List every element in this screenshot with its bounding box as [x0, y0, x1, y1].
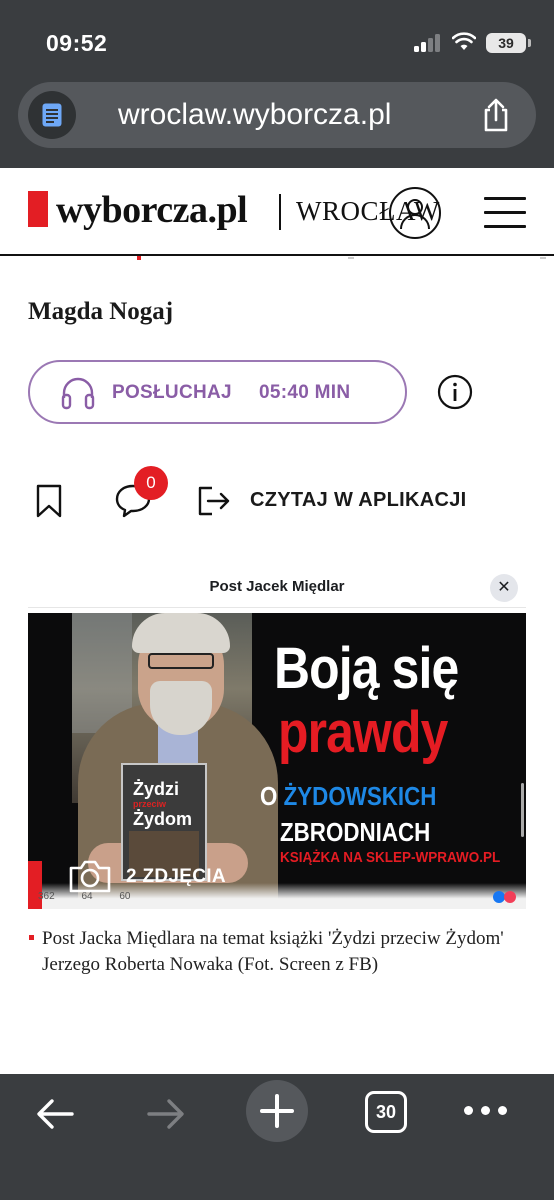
photo-headline-line4: ZBRODNIACH [280, 817, 431, 847]
listen-duration: 05:40 MIN [259, 382, 351, 403]
logo-divider [279, 194, 281, 230]
site-header: wyborcza.pl WROCŁAW [0, 168, 554, 256]
info-icon[interactable] [437, 374, 473, 410]
battery-indicator: 39 [486, 33, 526, 53]
hamburger-menu-icon[interactable] [484, 195, 526, 229]
battery-tip [528, 39, 531, 47]
caption-bullet [29, 935, 34, 940]
url-text[interactable]: wroclaw.wyborcza.pl [118, 98, 391, 132]
article-photo[interactable]: Żydzi przeciw Żydom Boją się prawdy O ŻY… [28, 613, 526, 909]
embedded-post-header: Post Jacek Międlar ✕ [28, 568, 526, 608]
book-title-line1: Żydzi [133, 779, 180, 799]
photo-headline-line2: prawdy [278, 700, 448, 765]
article-author[interactable]: Magda Nogaj [28, 298, 173, 326]
forward-arrow-icon[interactable] [145, 1094, 187, 1134]
open-in-app-label[interactable]: CZYTAJ W APLIKACJI [250, 489, 467, 512]
browser-bottom-toolbar: 30 [0, 1074, 554, 1200]
logo-mark [28, 191, 48, 227]
account-icon[interactable] [389, 187, 441, 239]
person-hair [132, 613, 230, 653]
share-icon[interactable] [480, 98, 512, 132]
photo-headline-line3-highlight: ŻYDOWSKICH [283, 781, 437, 811]
headphones-icon [61, 377, 95, 410]
listen-label: POSŁUCHAJ [112, 382, 232, 403]
book-title-line3: Żydom [133, 809, 193, 829]
gallery-count-label: 2 ZDJĘCIA [126, 866, 226, 887]
person-glasses [148, 653, 214, 669]
divider-dash [540, 257, 546, 259]
close-icon: ✕ [490, 574, 518, 602]
embedded-post-title: Post Jacek Międlar [209, 578, 345, 595]
photo-headline-line3: O ŻYDOWSKICH [260, 781, 436, 812]
stat-likes: 362 [38, 891, 55, 902]
scroll-indicator [521, 783, 524, 837]
bookmark-icon[interactable] [36, 484, 62, 518]
photo-caption: Post Jacka Międlara na temat książki 'Ży… [42, 928, 504, 975]
divider-dash [348, 257, 354, 259]
book-title-line2: przeciw [133, 799, 167, 809]
more-dots-icon[interactable] [464, 1102, 508, 1118]
new-tab-button[interactable] [246, 1080, 308, 1142]
wifi-icon [452, 32, 476, 50]
browser-top-bar: 09:52 39 wroclaw.wyborcza.pl [0, 0, 554, 168]
reader-mode-icon[interactable] [28, 91, 76, 139]
address-bar[interactable]: wroclaw.wyborcza.pl [18, 82, 536, 148]
status-time: 09:52 [46, 30, 108, 56]
photo-headline-line3-prefix: O [260, 781, 284, 811]
reactions-icon [493, 891, 516, 903]
plus-icon [260, 1094, 294, 1128]
site-logo[interactable]: wyborcza.pl [56, 188, 248, 232]
open-in-app-icon[interactable] [196, 484, 232, 518]
tabs-count-button[interactable]: 30 [365, 1091, 407, 1133]
back-arrow-icon[interactable] [34, 1094, 76, 1134]
gallery-button[interactable]: 2 ZDJĘCIA [68, 858, 268, 898]
divider-accent [137, 256, 141, 260]
camera-icon [69, 860, 111, 893]
cellular-signal-icon [414, 34, 442, 52]
photo-headline-line1: Boją się [274, 636, 459, 701]
listen-button[interactable]: POSŁUCHAJ 05:40 MIN [28, 360, 407, 424]
photo-headline-line5: KSIĄŻKA NA SKLEP-WPRAWO.PL [280, 849, 501, 866]
comment-count-badge[interactable]: 0 [134, 466, 168, 500]
article-actions: 0 CZYTAJ W APLIKACJI [0, 460, 554, 530]
